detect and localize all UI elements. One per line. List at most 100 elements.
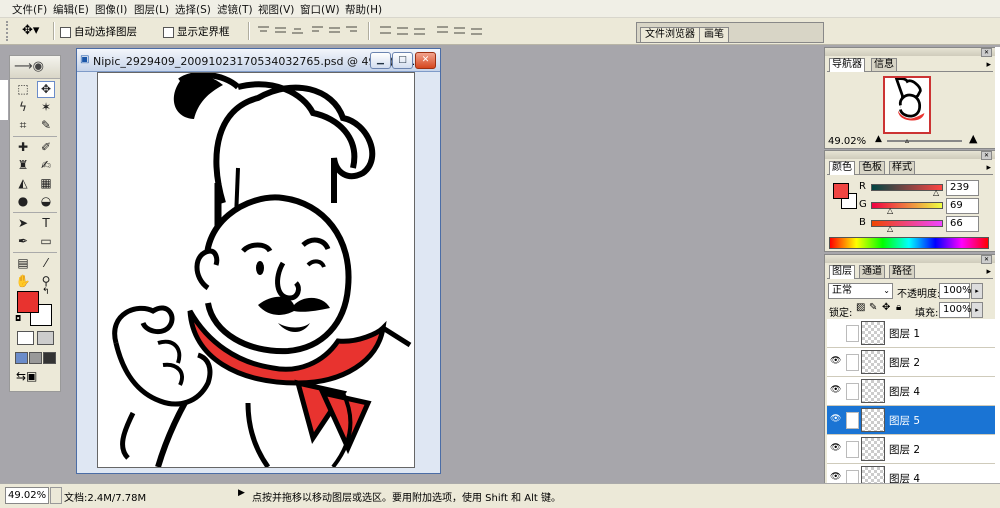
distribute-top-icon[interactable] <box>378 24 393 36</box>
channel-g-slider[interactable] <box>871 202 943 209</box>
shape-tool-icon[interactable]: ▭ <box>37 233 55 250</box>
color-spectrum-bar[interactable] <box>829 237 989 249</box>
align-vcenter-icon[interactable] <box>273 24 288 36</box>
notes-tool-icon[interactable]: ▤ <box>14 255 32 272</box>
document-title-bar[interactable]: ▣ Nipic_2929409_20091023170534032765.psd… <box>77 49 440 72</box>
marquee-tool-icon[interactable]: ⬚ <box>14 81 32 98</box>
status-menu-arrow-icon[interactable]: ▶ <box>238 488 245 498</box>
tab-channels[interactable]: 通道 <box>859 265 885 278</box>
eye-icon[interactable]: 👁︎ <box>830 472 841 483</box>
layer-visibility-toggle[interactable] <box>830 327 841 338</box>
menu-view[interactable]: 视图(V) <box>258 2 294 17</box>
distribute-right-icon[interactable] <box>469 24 484 36</box>
layer-link-box[interactable] <box>846 354 859 371</box>
magic-wand-tool-icon[interactable]: ✶ <box>37 99 55 116</box>
layers-panel-titlebar[interactable]: ✕ <box>825 255 995 264</box>
status-zoom-field[interactable]: 49.02% <box>5 487 49 504</box>
menu-select[interactable]: 选择(S) <box>175 2 211 17</box>
jump-to-imageready-icon[interactable]: ⇆▣ <box>16 369 37 383</box>
navigator-zoom-thumb[interactable]: ▵ <box>905 136 909 145</box>
gradient-tool-icon[interactable]: ▦ <box>37 175 55 192</box>
layer-row[interactable]: 👁︎ 图层 2 <box>827 348 995 377</box>
lock-transparent-icon[interactable]: ▨ <box>856 302 865 313</box>
layer-row[interactable]: 👁︎ 图层 4 <box>827 464 995 483</box>
foreground-color-swatch[interactable] <box>17 291 39 313</box>
tab-color[interactable]: 颜色 <box>829 161 855 175</box>
hand-tool-icon[interactable]: ✋ <box>14 273 32 290</box>
align-right-icon[interactable] <box>344 24 359 36</box>
move-tool-icon[interactable]: ✥ <box>37 81 55 98</box>
tab-styles[interactable]: 样式 <box>889 161 915 174</box>
color-fg-swatch[interactable] <box>833 183 849 199</box>
navigator-zoom-value[interactable]: 49.02% <box>828 136 868 147</box>
path-selection-tool-icon[interactable]: ➤ <box>14 215 32 232</box>
zoom-out-icon[interactable]: ▲ <box>875 134 882 144</box>
layer-row-selected[interactable]: 👁︎ 图层 5 <box>827 406 995 435</box>
color-panel-titlebar[interactable]: ✕ <box>825 151 995 160</box>
swap-colors-icon[interactable]: ↰ <box>42 287 50 297</box>
clone-stamp-tool-icon[interactable]: ♜ <box>14 157 32 174</box>
menu-filter[interactable]: 滤镜(T) <box>217 2 253 17</box>
options-grip[interactable] <box>6 21 14 41</box>
layer-row[interactable]: 图层 1 <box>827 319 995 348</box>
tab-paths[interactable]: 路径 <box>889 265 915 278</box>
screen-mode-full-icon[interactable] <box>43 352 56 364</box>
navigator-zoom-slider[interactable] <box>887 140 962 142</box>
distribute-left-icon[interactable] <box>435 24 450 36</box>
lock-all-icon[interactable]: 🔒︎ <box>896 302 901 313</box>
show-bounding-box-checkbox[interactable]: 显示定界框 <box>163 24 230 39</box>
menu-file[interactable]: 文件(F) <box>12 2 47 17</box>
slice-tool-icon[interactable]: ✎ <box>37 117 55 134</box>
eyedropper-tool-icon[interactable]: ⁄ <box>37 255 55 272</box>
minimize-button[interactable]: ▁ <box>370 52 391 69</box>
channel-b-thumb[interactable]: △ <box>887 224 893 233</box>
tab-layers[interactable]: 图层 <box>829 265 855 279</box>
eye-icon[interactable]: 👁︎ <box>830 385 841 396</box>
tab-info[interactable]: 信息 <box>871 58 897 71</box>
channel-b-slider[interactable] <box>871 220 943 227</box>
standard-mode-icon[interactable] <box>17 331 34 345</box>
menu-help[interactable]: 帮助(H) <box>345 2 382 17</box>
lock-image-icon[interactable]: ✎ <box>869 302 877 313</box>
eye-icon[interactable]: 👁︎ <box>830 443 841 454</box>
blend-mode-select[interactable]: 正常 ⌄ <box>828 283 893 299</box>
default-colors-icon[interactable]: ◘ <box>15 314 21 323</box>
menu-layer[interactable]: 图层(L) <box>134 2 169 17</box>
tab-swatches[interactable]: 色板 <box>859 161 885 174</box>
document-canvas[interactable] <box>97 71 415 469</box>
channel-r-value[interactable]: 239 <box>946 180 979 196</box>
lock-position-icon[interactable]: ✥ <box>882 302 890 313</box>
well-tab-file-browser[interactable]: 文件浏览器 <box>640 27 700 42</box>
layer-link-box[interactable] <box>846 470 859 483</box>
navigator-thumbnail[interactable] <box>883 76 931 134</box>
layers-close-icon[interactable]: ✕ <box>981 255 992 264</box>
tab-navigator[interactable]: 导航器 <box>829 58 865 72</box>
distribute-bottom-icon[interactable] <box>412 24 427 36</box>
distribute-hcenter-icon[interactable] <box>452 24 467 36</box>
pen-tool-icon[interactable]: ✒ <box>14 233 32 250</box>
status-divider-grip[interactable] <box>50 487 62 504</box>
eraser-tool-icon[interactable]: ◭ <box>14 175 32 192</box>
color-close-icon[interactable]: ✕ <box>981 151 992 160</box>
align-bottom-icon[interactable] <box>290 24 305 36</box>
brush-tool-icon[interactable]: ✐ <box>37 139 55 156</box>
layer-row[interactable]: 👁︎ 图层 2 <box>827 435 995 464</box>
maximize-button[interactable]: □ <box>392 52 413 69</box>
screen-mode-standard-icon[interactable] <box>15 352 28 364</box>
channel-g-value[interactable]: 69 <box>946 198 979 214</box>
layer-link-box[interactable] <box>846 441 859 458</box>
close-button[interactable]: ✕ <box>415 52 436 69</box>
crop-tool-icon[interactable]: ⌗ <box>14 117 32 134</box>
healing-brush-tool-icon[interactable]: ✚ <box>14 139 32 156</box>
screen-mode-full-menu-icon[interactable] <box>29 352 42 364</box>
layer-link-box[interactable] <box>846 325 859 342</box>
distribute-vcenter-icon[interactable] <box>395 24 410 36</box>
menu-image[interactable]: 图像(I) <box>95 2 127 17</box>
navigator-panel-titlebar[interactable]: ✕ <box>825 48 995 57</box>
lasso-tool-icon[interactable]: ϟ <box>14 99 32 116</box>
channel-r-thumb[interactable]: △ <box>933 188 939 197</box>
zoom-in-icon[interactable]: ▲ <box>969 132 977 145</box>
align-top-icon[interactable] <box>256 24 271 36</box>
eye-icon[interactable]: 👁︎ <box>830 414 841 425</box>
navigator-menu-icon[interactable]: ▸ <box>986 60 991 70</box>
